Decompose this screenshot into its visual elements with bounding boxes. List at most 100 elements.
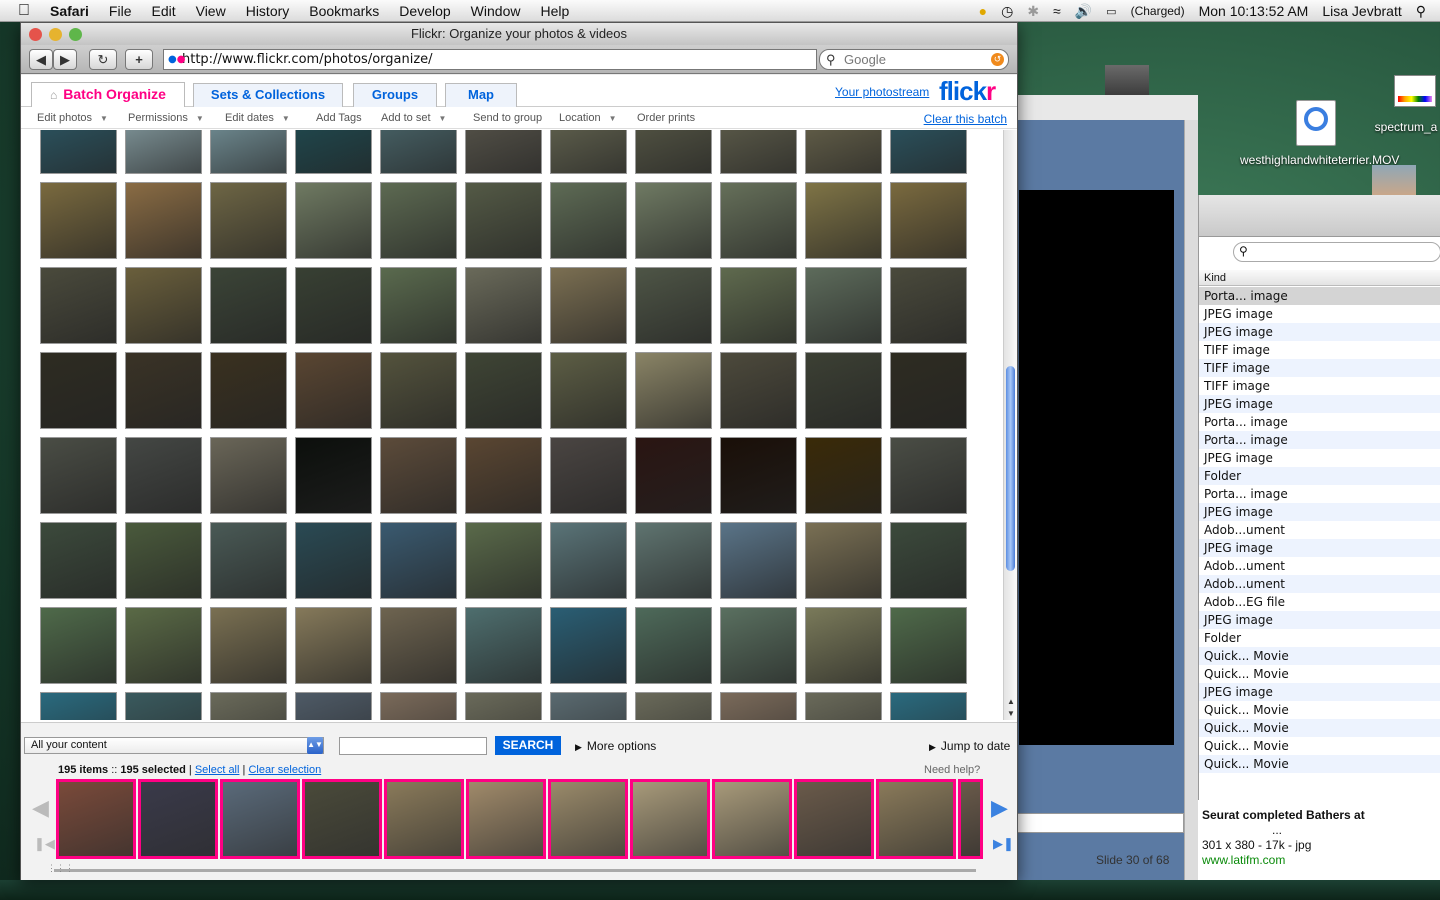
finder-row[interactable]: Adob...ument [1199, 575, 1440, 593]
photo-thumbnail[interactable] [210, 522, 287, 599]
tab-map[interactable]: Map [445, 83, 517, 107]
kind-column-header[interactable]: Kind [1199, 270, 1440, 286]
photo-thumbnail[interactable] [550, 267, 627, 344]
photo-thumbnail[interactable] [720, 352, 797, 429]
photo-thumbnail[interactable] [635, 130, 712, 174]
photo-thumbnail[interactable] [550, 352, 627, 429]
organizr-search-input[interactable] [339, 737, 487, 755]
photo-thumbnail[interactable] [465, 437, 542, 514]
photo-thumbnail[interactable] [380, 607, 457, 684]
finder-row[interactable]: JPEG image [1199, 539, 1440, 557]
your-photostream-link[interactable]: Your photostream [835, 85, 929, 99]
photo-thumbnail[interactable] [635, 182, 712, 259]
wifi-icon[interactable]: ≈ [1053, 3, 1061, 19]
finder-row[interactable]: JPEG image [1199, 395, 1440, 413]
minimize-icon[interactable] [49, 28, 62, 41]
photo-thumbnail[interactable] [805, 522, 882, 599]
tray-thumbnail[interactable] [384, 779, 464, 859]
tray-thumbnail[interactable] [56, 779, 136, 859]
spotlight-icon[interactable]: ⚲ [1416, 3, 1426, 20]
finder-row[interactable]: TIFF image [1199, 377, 1440, 395]
photo-thumbnail[interactable] [720, 692, 797, 720]
tab-sets-collections[interactable]: Sets & Collections [193, 83, 343, 107]
photo-thumbnail[interactable] [125, 437, 202, 514]
photo-thumbnail[interactable] [890, 182, 967, 259]
finder-row[interactable]: Porta... image [1199, 431, 1440, 449]
finder-row[interactable]: Adob...EG file [1199, 593, 1440, 611]
photo-thumbnail[interactable] [210, 692, 287, 720]
finder-row[interactable]: Folder [1199, 467, 1440, 485]
google-search-field[interactable]: ⚲ Google ↺ [819, 49, 1009, 70]
finder-row[interactable]: Adob...ument [1199, 521, 1440, 539]
photo-thumbnail[interactable] [550, 182, 627, 259]
photo-thumbnail[interactable] [465, 352, 542, 429]
back-icon[interactable]: ◀ [29, 49, 53, 70]
photo-thumbnail[interactable] [295, 267, 372, 344]
photo-thumbnail[interactable] [40, 522, 117, 599]
photo-thumbnail[interactable] [720, 130, 797, 174]
edit-photos-menu[interactable]: Edit photos ▼ [37, 112, 108, 124]
grid-scrollbar[interactable]: ▲ ▼ [1003, 130, 1017, 720]
photo-thumbnail[interactable] [720, 267, 797, 344]
photo-thumbnail[interactable] [890, 607, 967, 684]
status-icon[interactable]: ● [979, 3, 987, 19]
photo-thumbnail[interactable] [295, 130, 372, 174]
finder-row[interactable]: Quick... Movie [1199, 647, 1440, 665]
desktop-photo-thumbnail-2[interactable] [1105, 65, 1149, 97]
more-options-toggle[interactable]: ▶ More options [575, 739, 656, 753]
menu-history[interactable]: History [236, 3, 300, 19]
finder-row[interactable]: Porta... image [1199, 413, 1440, 431]
photo-thumbnail[interactable] [890, 352, 967, 429]
tray-resize-grip[interactable]: ⋮⋮⋮ [47, 863, 83, 875]
add-tags-button[interactable]: Add Tags [316, 112, 362, 124]
photo-thumbnail[interactable] [805, 130, 882, 174]
finder-row[interactable]: JPEG image [1199, 683, 1440, 701]
photo-thumbnail[interactable] [380, 437, 457, 514]
photo-thumbnail[interactable] [380, 267, 457, 344]
volume-icon[interactable]: 🔊 [1075, 3, 1092, 20]
spectrum-file-icon[interactable] [1394, 75, 1436, 107]
movie-file-icon[interactable] [1296, 100, 1336, 146]
finder-row[interactable]: Porta... image [1199, 485, 1440, 503]
photo-thumbnail[interactable] [40, 182, 117, 259]
photo-thumbnail[interactable] [210, 182, 287, 259]
result-title[interactable]: Seurat completed Bathers at [1202, 808, 1436, 823]
add-to-set-menu[interactable]: Add to set ▼ [381, 112, 446, 124]
photo-thumbnail[interactable] [380, 692, 457, 720]
finder-row[interactable]: JPEG image [1199, 305, 1440, 323]
scroll-down-icon[interactable]: ▼ [1007, 709, 1015, 718]
photo-thumbnail[interactable] [465, 182, 542, 259]
finder-row[interactable]: Quick... Movie [1199, 737, 1440, 755]
location-menu[interactable]: Location ▼ [559, 112, 617, 124]
last-page-icon[interactable]: ▶❚ [993, 836, 1014, 852]
finder-window[interactable]: ⚲ Kind Porta... image JPEG image JPEG imag… [1198, 195, 1440, 800]
photo-thumbnail[interactable] [635, 267, 712, 344]
finder-row[interactable]: Quick... Movie [1199, 665, 1440, 683]
photo-thumbnail[interactable] [805, 692, 882, 720]
photo-thumbnail[interactable] [210, 267, 287, 344]
finder-row[interactable]: Porta... image [1199, 287, 1440, 305]
photo-thumbnail[interactable] [890, 437, 967, 514]
spectrum-file-label[interactable]: spectrum_a [1366, 120, 1440, 134]
photo-thumbnail[interactable] [720, 607, 797, 684]
scrollbar-thumb[interactable] [1006, 366, 1015, 571]
tray-thumbnail[interactable] [958, 779, 983, 859]
menu-window[interactable]: Window [461, 3, 531, 19]
time-machine-icon[interactable]: ◷ [1001, 3, 1013, 20]
photo-thumbnail[interactable] [295, 352, 372, 429]
photo-thumbnail[interactable] [295, 437, 372, 514]
photo-thumbnail[interactable] [465, 267, 542, 344]
photo-thumbnail[interactable] [550, 522, 627, 599]
photo-thumbnail[interactable] [210, 352, 287, 429]
photo-thumbnail[interactable] [125, 522, 202, 599]
finder-row[interactable]: TIFF image [1199, 341, 1440, 359]
photo-thumbnail[interactable] [635, 607, 712, 684]
photo-thumbnail[interactable] [125, 692, 202, 720]
keynote-scrollbar[interactable] [1184, 120, 1198, 880]
photo-thumbnail[interactable] [210, 437, 287, 514]
photo-thumbnail[interactable] [465, 692, 542, 720]
photo-thumbnail[interactable] [465, 130, 542, 174]
photo-thumbnail[interactable] [295, 607, 372, 684]
photo-thumbnail[interactable] [550, 437, 627, 514]
finder-row[interactable]: Quick... Movie [1199, 719, 1440, 737]
